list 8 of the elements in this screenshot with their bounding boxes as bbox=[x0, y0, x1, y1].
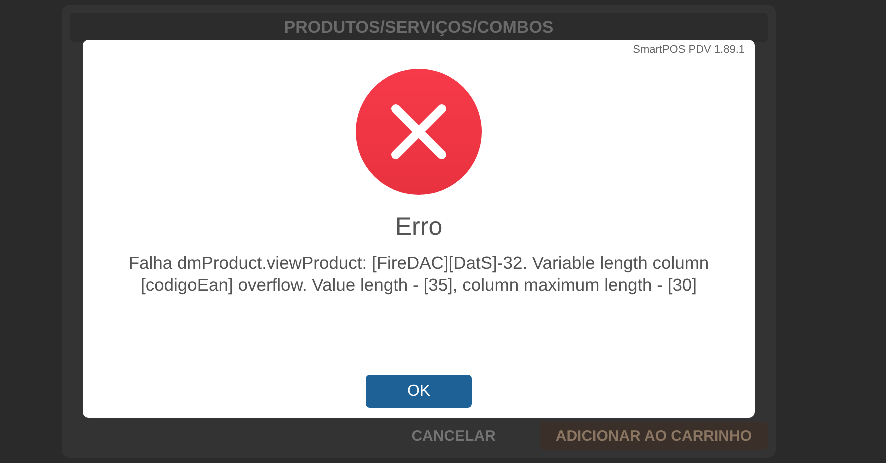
error-message: Falha dmProduct.viewProduct: [FireDAC][DatS]-32. Variable length column [codigoEan] overflow. Value length - [35], column maximum length - [30] bbox=[128, 252, 710, 296]
version-label: SmartPOS PDV 1.89.1 bbox=[633, 44, 745, 56]
add-to-cart-button[interactable]: ADICIONAR AO CARRINHO bbox=[540, 422, 768, 450]
cancel-button[interactable]: CANCELAR bbox=[396, 422, 512, 450]
window-title: PRODUTOS/SERVIÇOS/COMBOS bbox=[70, 13, 768, 42]
dialog-title: Erro bbox=[395, 213, 443, 242]
error-icon bbox=[356, 69, 482, 195]
ok-button[interactable]: OK bbox=[366, 375, 472, 408]
